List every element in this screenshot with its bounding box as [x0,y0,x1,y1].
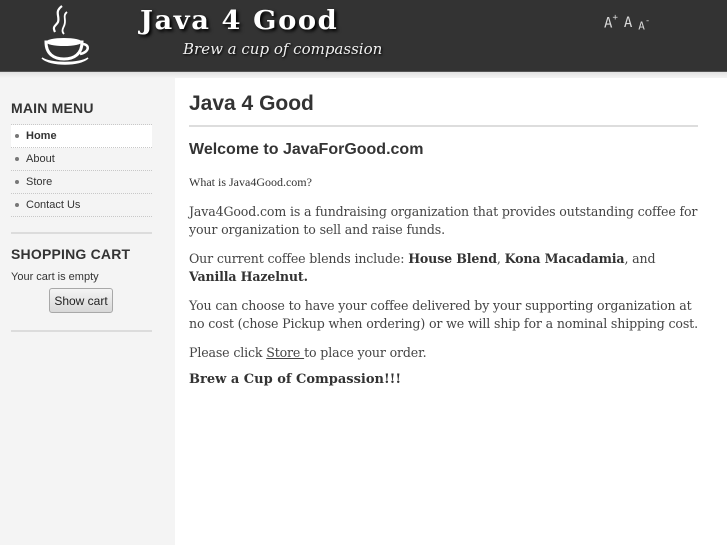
blends-paragraph: Our current coffee blends include: House… [189,250,698,286]
separator: , and [624,251,656,266]
menu-item-about[interactable]: About [11,148,152,171]
sidebar-divider [11,232,152,234]
main-menu-list: Home About Store Contact Us [11,124,152,217]
page-title: Java 4 Good [189,92,698,127]
bullet-icon [15,157,19,161]
bullet-icon [15,203,19,207]
order-prefix: Please click [189,345,267,360]
question-subheading: What is Java4Good.com? [189,175,312,189]
show-cart-button[interactable]: Show cart [49,288,113,313]
menu-item-store[interactable]: Store [11,171,152,194]
font-normal-icon: A [623,15,633,31]
main-menu-title: MAIN MENU [11,100,94,116]
increase-font-button[interactable]: A+ [604,13,618,31]
menu-item-label: Store [26,176,53,188]
main-menu: MAIN MENU Home About Store Contact Us [11,100,152,217]
bullet-icon [15,180,19,184]
separator: , [496,251,505,266]
brand-title: Java 4 Good [140,6,339,36]
sidebar-divider [11,330,152,332]
slogan: Brew a Cup of Compassion!!! [189,372,402,387]
font-decrease-icon: A [638,19,645,33]
font-size-tools: A+ A A- [604,13,651,33]
menu-item-label: Contact Us [26,199,81,211]
menu-item-label: Home [26,130,57,142]
order-paragraph: Please click Store to place your order. [189,344,698,362]
blend-name: Kona Macadamia [504,251,625,266]
minus-icon: - [644,16,651,26]
main-content: Java 4 Good Welcome to JavaForGood.com W… [189,78,698,387]
menu-item-contact-us[interactable]: Contact Us [11,194,152,217]
intro-paragraph: Java4Good.com is a fundraising organizat… [189,204,698,237]
decrease-font-button[interactable]: A- [638,16,651,33]
reset-font-button[interactable]: A [624,16,632,30]
shopping-cart: SHOPPING CART Your cart is empty Show ca… [11,232,152,332]
sidebar: MAIN MENU Home About Store Contact Us SH… [0,78,175,545]
blend-name: Vanilla Hazelnut. [189,269,308,284]
store-link[interactable]: Store [266,345,304,360]
menu-item-home[interactable]: Home [11,125,152,148]
cart-status: Your cart is empty [11,271,99,283]
plus-icon: + [612,13,618,23]
brand-tagline: Brew a cup of compassion [183,40,383,58]
menu-item-label: About [26,153,55,165]
order-suffix: to place your order. [304,345,427,360]
coffee-cup-icon [41,5,89,65]
delivery-paragraph: You can choose to have your coffee deliv… [189,298,698,331]
blend-name: House Blend [408,251,497,266]
bullet-icon [15,134,19,138]
shopping-cart-title: SHOPPING CART [11,246,131,262]
site-header: Java 4 Good Brew a cup of compassion A+ … [0,0,727,72]
blends-prefix: Our current coffee blends include: [189,251,409,266]
welcome-heading: Welcome to JavaForGood.com [189,141,424,158]
